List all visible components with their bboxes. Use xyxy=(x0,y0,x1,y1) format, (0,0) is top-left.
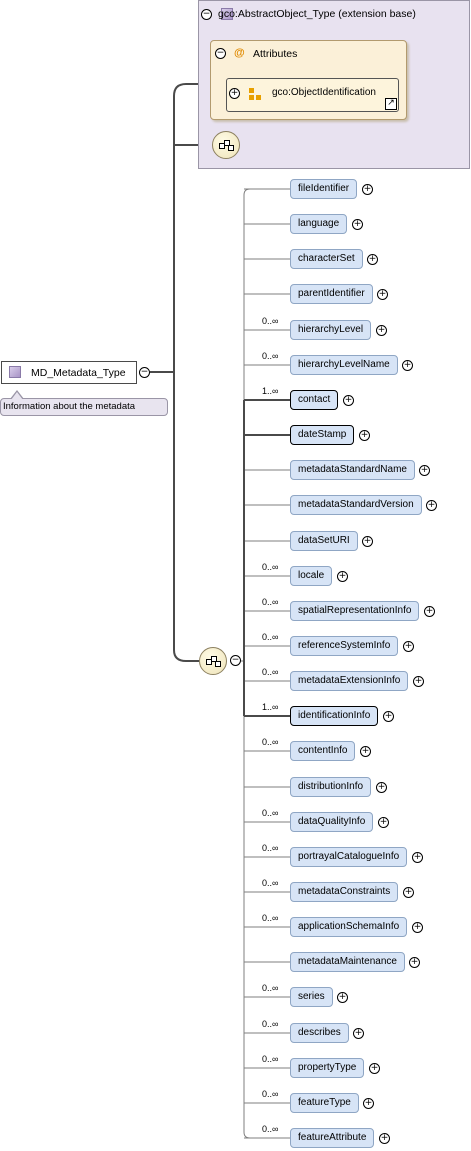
expand-metadataStandardName-toggle[interactable]: + xyxy=(419,465,430,476)
link-arrow-icon[interactable]: ↗ xyxy=(385,98,397,110)
collapse-root-toggle[interactable]: − xyxy=(139,367,150,378)
element-propertyType[interactable]: propertyType xyxy=(290,1058,365,1078)
element-describes[interactable]: describes xyxy=(290,1023,349,1043)
cardinality-label: 0..∞ xyxy=(262,1019,279,1029)
expand-featureType-toggle[interactable]: + xyxy=(363,1098,374,1109)
element-portrayalCatalogueInfo[interactable]: portrayalCatalogueInfo xyxy=(290,847,408,867)
element-language[interactable]: language xyxy=(290,214,348,234)
expand-language-toggle[interactable]: + xyxy=(352,219,363,230)
element-featureType[interactable]: featureType xyxy=(290,1093,359,1113)
expand-contact-toggle[interactable]: + xyxy=(343,395,354,406)
expand-contentInfo-toggle[interactable]: + xyxy=(360,746,371,757)
collapse-attributes-toggle[interactable]: − xyxy=(215,48,226,59)
sequence-icon xyxy=(219,140,234,151)
element-dataSetURI[interactable]: dataSetURI xyxy=(290,531,358,551)
expand-portrayalCatalogueInfo-toggle[interactable]: + xyxy=(412,852,423,863)
expand-parentIdentifier-toggle[interactable]: + xyxy=(377,289,388,300)
collapse-extension-toggle[interactable]: − xyxy=(201,9,212,20)
element-parentIdentifier[interactable]: parentIdentifier xyxy=(290,284,373,304)
element-contact[interactable]: contact xyxy=(290,390,339,410)
expand-dateStamp-toggle[interactable]: + xyxy=(359,430,370,441)
element-applicationSchemaInfo[interactable]: applicationSchemaInfo xyxy=(290,917,408,937)
element-identificationInfo[interactable]: identificationInfo xyxy=(290,706,379,726)
cardinality-label: 0..∞ xyxy=(262,351,279,361)
cardinality-label: 0..∞ xyxy=(262,1124,279,1134)
element-referenceSystemInfo[interactable]: referenceSystemInfo xyxy=(290,636,399,656)
expand-characterSet-toggle[interactable]: + xyxy=(367,254,378,265)
expand-propertyType-toggle[interactable]: + xyxy=(369,1063,380,1074)
expand-identificationInfo-toggle[interactable]: + xyxy=(383,711,394,722)
complex-type-icon xyxy=(9,366,21,378)
element-metadataMaintenance[interactable]: metadataMaintenance xyxy=(290,952,405,972)
expand-metadataStandardVersion-toggle[interactable]: + xyxy=(426,500,437,511)
cardinality-label: 0..∞ xyxy=(262,983,279,993)
cardinality-label: 0..∞ xyxy=(262,1054,279,1064)
expand-dataSetURI-toggle[interactable]: + xyxy=(362,536,373,547)
attribute-group-icon xyxy=(249,88,262,101)
element-series[interactable]: series xyxy=(290,987,333,1007)
connector-lines xyxy=(150,83,290,1139)
expand-hierarchyLevel-toggle[interactable]: + xyxy=(376,325,387,336)
cardinality-label: 0..∞ xyxy=(262,632,279,642)
collapse-sequence-toggle[interactable]: − xyxy=(230,655,241,666)
element-metadataExtensionInfo[interactable]: metadataExtensionInfo xyxy=(290,671,409,691)
expand-distributionInfo-toggle[interactable]: + xyxy=(376,782,387,793)
element-hierarchyLevel[interactable]: hierarchyLevel xyxy=(290,320,372,340)
cardinality-label: 0..∞ xyxy=(262,316,279,326)
root-type-label: MD_Metadata_Type xyxy=(31,367,126,379)
expand-spatialRepresentationInfo-toggle[interactable]: + xyxy=(424,606,435,617)
attributes-title: Attributes xyxy=(253,48,298,60)
cardinality-label: 0..∞ xyxy=(262,913,279,923)
expand-locale-toggle[interactable]: + xyxy=(337,571,348,582)
element-spatialRepresentationInfo[interactable]: spatialRepresentationInfo xyxy=(290,601,420,621)
cardinality-label: 0..∞ xyxy=(262,737,279,747)
element-fileIdentifier[interactable]: fileIdentifier xyxy=(290,179,358,199)
expand-attribute-toggle[interactable]: + xyxy=(229,88,240,99)
element-dateStamp[interactable]: dateStamp xyxy=(290,425,355,445)
root-documentation: Information about the metadata xyxy=(0,398,168,416)
cardinality-label: 0..∞ xyxy=(262,808,279,818)
attribute-at-icon: @ xyxy=(234,47,245,59)
cardinality-label: 0..∞ xyxy=(262,562,279,572)
extension-base-title: gco:AbstractObject_Type (extension base) xyxy=(218,8,416,20)
cardinality-label: 0..∞ xyxy=(262,597,279,607)
cardinality-label: 0..∞ xyxy=(262,1089,279,1099)
sequence-compositor-top xyxy=(212,131,240,159)
expand-metadataConstraints-toggle[interactable]: + xyxy=(403,887,414,898)
element-dataQualityInfo[interactable]: dataQualityInfo xyxy=(290,812,374,832)
cardinality-label: 0..∞ xyxy=(262,667,279,677)
expand-referenceSystemInfo-toggle[interactable]: + xyxy=(403,641,414,652)
cardinality-label: 0..∞ xyxy=(262,878,279,888)
documentation-notch-inner xyxy=(11,392,23,400)
expand-describes-toggle[interactable]: + xyxy=(353,1028,364,1039)
expand-featureAttribute-toggle[interactable]: + xyxy=(379,1133,390,1144)
expand-series-toggle[interactable]: + xyxy=(337,992,348,1003)
sequence-icon xyxy=(206,656,221,667)
element-characterSet[interactable]: characterSet xyxy=(290,249,363,269)
cardinality-label: 1..∞ xyxy=(262,386,279,396)
element-distributionInfo[interactable]: distributionInfo xyxy=(290,777,372,797)
element-metadataStandardVersion[interactable]: metadataStandardVersion xyxy=(290,495,422,515)
element-locale[interactable]: locale xyxy=(290,566,333,586)
element-metadataConstraints[interactable]: metadataConstraints xyxy=(290,882,399,902)
cardinality-label: 1..∞ xyxy=(262,702,279,712)
expand-applicationSchemaInfo-toggle[interactable]: + xyxy=(412,922,423,933)
expand-dataQualityInfo-toggle[interactable]: + xyxy=(378,817,389,828)
expand-hierarchyLevelName-toggle[interactable]: + xyxy=(402,360,413,371)
sequence-compositor-main xyxy=(199,647,227,675)
element-hierarchyLevelName[interactable]: hierarchyLevelName xyxy=(290,355,398,375)
expand-metadataMaintenance-toggle[interactable]: + xyxy=(409,957,420,968)
element-metadataStandardName[interactable]: metadataStandardName xyxy=(290,460,415,480)
expand-metadataExtensionInfo-toggle[interactable]: + xyxy=(413,676,424,687)
element-contentInfo[interactable]: contentInfo xyxy=(290,741,356,761)
element-featureAttribute[interactable]: featureAttribute xyxy=(290,1128,375,1148)
expand-fileIdentifier-toggle[interactable]: + xyxy=(362,184,373,195)
cardinality-label: 0..∞ xyxy=(262,843,279,853)
attribute-group-label: gco:ObjectIdentification xyxy=(272,87,376,98)
